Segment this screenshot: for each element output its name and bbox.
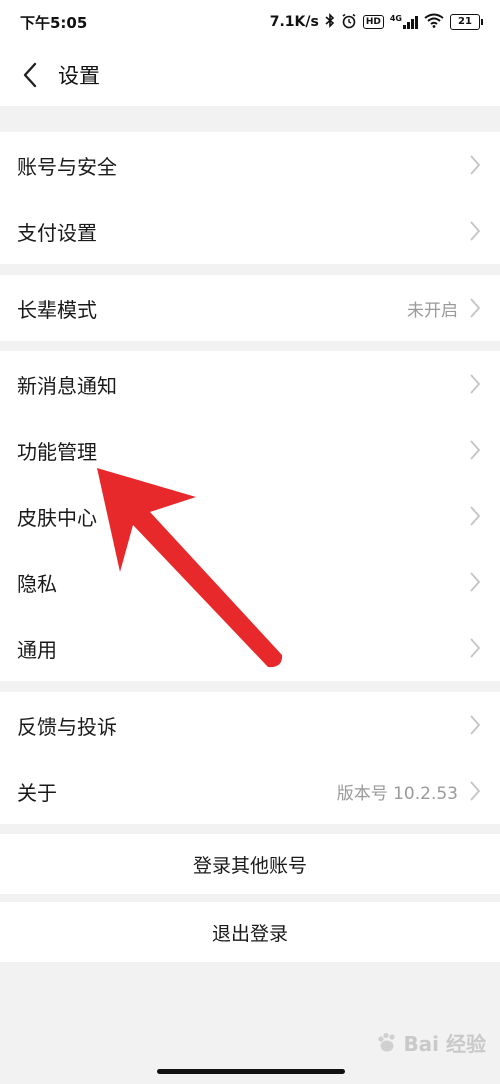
nav-bar: 设置	[0, 44, 500, 106]
chevron-right-icon	[470, 221, 481, 241]
home-indicator[interactable]	[157, 1069, 345, 1074]
cellular-signal-icon: 4G	[390, 15, 418, 29]
row-general[interactable]: 通用	[0, 615, 500, 681]
row-value: 版本号 10.2.53	[336, 783, 458, 804]
chevron-right-icon	[470, 506, 481, 526]
status-icons: 7.1K/s HD 4G 21	[269, 13, 483, 32]
chevron-right-icon	[470, 155, 481, 175]
row-label: 功能管理	[17, 439, 97, 464]
row-feature-management[interactable]: 功能管理	[0, 417, 500, 483]
network-type-label: 4G	[389, 14, 402, 23]
row-label: 隐私	[17, 571, 57, 596]
chevron-right-icon	[470, 781, 481, 801]
settings-group-about: 反馈与投诉 关于 版本号 10.2.53	[0, 692, 500, 824]
row-label: 关于	[17, 780, 57, 805]
wifi-icon	[424, 13, 444, 31]
page-title: 设置	[58, 64, 100, 88]
status-time: 下午5:05	[20, 13, 88, 32]
chevron-right-icon	[470, 572, 481, 592]
network-speed: 7.1K/s	[269, 14, 319, 30]
status-bar: 下午5:05 7.1K/s HD 4G 21	[0, 0, 500, 44]
watermark-text: Bai 经验	[403, 1032, 486, 1056]
row-value: 未开启	[407, 300, 458, 321]
settings-group-account: 账号与安全 支付设置	[0, 132, 500, 264]
switch-account-button[interactable]: 登录其他账号	[0, 834, 500, 894]
row-account-security[interactable]: 账号与安全	[0, 132, 500, 198]
chevron-right-icon	[470, 638, 481, 658]
row-label: 反馈与投诉	[17, 714, 117, 739]
chevron-right-icon	[470, 374, 481, 394]
row-notifications[interactable]: 新消息通知	[0, 351, 500, 417]
chevron-right-icon	[470, 715, 481, 735]
row-payment-settings[interactable]: 支付设置	[0, 198, 500, 264]
row-about[interactable]: 关于 版本号 10.2.53	[0, 758, 500, 824]
settings-group-general: 新消息通知 功能管理 皮肤中心 隐私 通用	[0, 351, 500, 681]
switch-account-section: 登录其他账号	[0, 834, 500, 894]
hd-icon: HD	[362, 15, 384, 29]
row-privacy[interactable]: 隐私	[0, 549, 500, 615]
paw-icon	[378, 1032, 396, 1051]
row-elder-mode[interactable]: 长辈模式 未开启	[0, 275, 500, 341]
battery-icon: 21	[450, 14, 483, 30]
settings-group-elder: 长辈模式 未开启	[0, 275, 500, 341]
chevron-right-icon	[470, 440, 481, 460]
row-label: 长辈模式	[17, 297, 97, 322]
row-feedback[interactable]: 反馈与投诉	[0, 692, 500, 758]
chevron-left-icon	[23, 62, 37, 88]
alarm-icon	[341, 13, 357, 32]
logout-button[interactable]: 退出登录	[0, 902, 500, 962]
baidu-watermark: Bai 经验	[375, 1028, 486, 1057]
bluetooth-icon	[325, 13, 335, 31]
logout-section: 退出登录	[0, 902, 500, 962]
chevron-right-icon	[470, 298, 481, 318]
row-skin-center[interactable]: 皮肤中心	[0, 483, 500, 549]
row-label: 支付设置	[17, 220, 97, 245]
row-label: 通用	[17, 637, 57, 662]
row-label: 皮肤中心	[17, 505, 97, 530]
back-button[interactable]	[0, 44, 60, 106]
row-label: 新消息通知	[17, 373, 117, 398]
row-label: 账号与安全	[17, 154, 117, 179]
